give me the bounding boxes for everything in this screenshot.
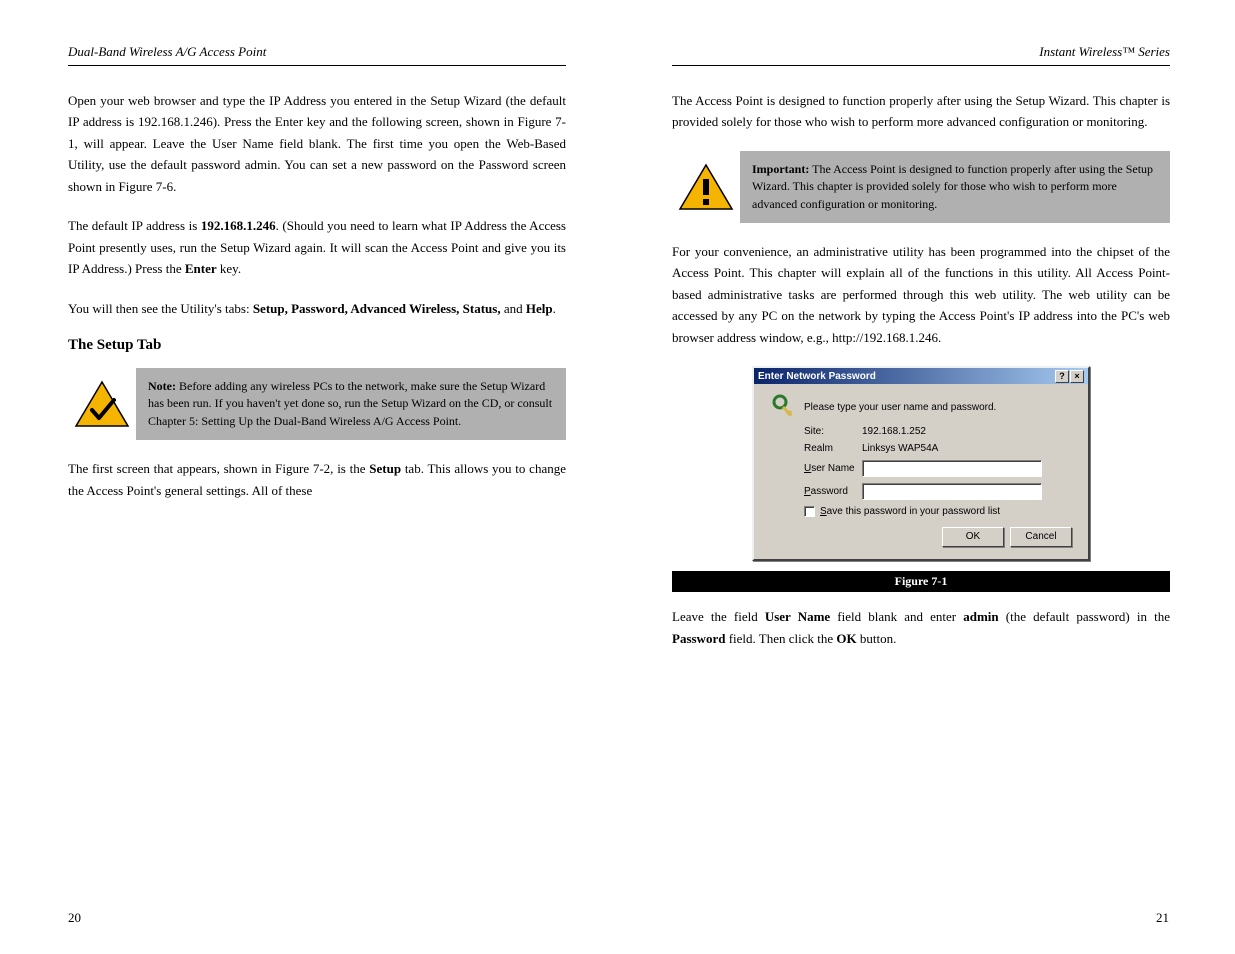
note-label: Note:	[148, 379, 176, 393]
warning-triangle-icon	[678, 163, 734, 211]
note-icon-cell	[68, 368, 136, 440]
right-column: Instant Wireless™ Series The Access Poin…	[672, 42, 1170, 667]
left-header-product: Dual-Band Wireless A/G Access Point	[68, 44, 266, 60]
save-password-checkbox[interactable]	[804, 506, 815, 517]
password-label: Password	[804, 486, 862, 497]
dialog-body: Please type your user name and password.…	[754, 384, 1088, 559]
note-callout-text: Note: Before adding any wireless PCs to …	[136, 368, 566, 440]
important-callout: Important: The Access Point is designed …	[672, 151, 1170, 223]
password-dialog: Enter Network Password ? ×	[752, 366, 1090, 561]
dialog-realm-row: Realm Linksys WAP54A	[804, 443, 1076, 454]
ok-button[interactable]: OK	[942, 527, 1004, 547]
right-header-series: Instant Wireless™ Series	[1039, 44, 1170, 60]
right-step2: Leave the field User Name field blank an…	[672, 606, 1170, 649]
ip-note-a: The default IP address is	[68, 218, 201, 233]
dialog-button-row: OK Cancel	[766, 527, 1072, 547]
check-triangle-icon	[74, 380, 130, 428]
key-icon	[772, 394, 798, 420]
username-input[interactable]	[862, 460, 1042, 477]
left-header-rule: Dual-Band Wireless A/G Access Point	[68, 42, 566, 66]
dialog-prompt: Please type your user name and password.	[804, 402, 1076, 413]
important-body: The Access Point is designed to function…	[752, 162, 1153, 211]
figure-caption: Figure 7-1	[672, 571, 1170, 592]
note-callout: Note: Before adding any wireless PCs to …	[68, 368, 566, 440]
page-number-right: 21	[1156, 910, 1169, 926]
ip-note-b: 192.168.1.246	[201, 218, 276, 233]
password-input[interactable]	[862, 483, 1042, 500]
site-label: Site:	[804, 426, 862, 437]
help-button[interactable]: ?	[1055, 370, 1069, 383]
dialog-title: Enter Network Password	[758, 371, 1055, 382]
left-setup-intro: The first screen that appears, shown in …	[68, 458, 566, 501]
realm-value: Linksys WAP54A	[862, 443, 1076, 454]
realm-label: Realm	[804, 443, 862, 454]
password-dialog-figure: Enter Network Password ? ×	[752, 366, 1090, 561]
left-body-ip-note: The default IP address is 192.168.1.246.…	[68, 215, 566, 279]
ip-note-e: key.	[217, 261, 241, 276]
document-page: Dual-Band Wireless A/G Access Point Open…	[0, 0, 1235, 954]
dialog-password-row: Password	[804, 483, 1076, 500]
important-label: Important:	[752, 162, 809, 176]
page-number-left: 20	[68, 910, 81, 926]
dialog-titlebar: Enter Network Password ? ×	[754, 368, 1088, 384]
dialog-prompt-row: Please type your user name and password.	[766, 394, 1076, 420]
ip-note-d: Enter	[185, 261, 217, 276]
right-body-p1: The Access Point is designed to function…	[672, 90, 1170, 133]
dialog-username-row: User Name	[804, 460, 1076, 477]
left-body-p2: Open your web browser and type the IP Ad…	[68, 90, 566, 197]
left-setup-heading: The Setup Tab	[68, 337, 566, 354]
left-column: Dual-Band Wireless A/G Access Point Open…	[68, 42, 566, 519]
close-button[interactable]: ×	[1070, 370, 1084, 383]
right-overview-body: For your convenience, an administrative …	[672, 241, 1170, 348]
save-password-label: Save this password in your password list	[820, 506, 1000, 517]
username-label: User Name	[804, 463, 862, 474]
dialog-key-icon-cell	[766, 394, 804, 420]
cancel-button[interactable]: Cancel	[1010, 527, 1072, 547]
dialog-site-row: Site: 192.168.1.252	[804, 426, 1076, 437]
important-icon-cell	[672, 151, 740, 223]
dialog-save-row: Save this password in your password list	[804, 506, 1076, 517]
left-tabs-intro: You will then see the Utility's tabs: Se…	[68, 298, 566, 319]
titlebar-buttons: ? ×	[1055, 370, 1084, 383]
right-header-rule: Instant Wireless™ Series	[672, 42, 1170, 66]
important-callout-text: Important: The Access Point is designed …	[740, 151, 1170, 223]
note-body: Before adding any wireless PCs to the ne…	[148, 379, 552, 428]
site-value: 192.168.1.252	[862, 426, 1076, 437]
